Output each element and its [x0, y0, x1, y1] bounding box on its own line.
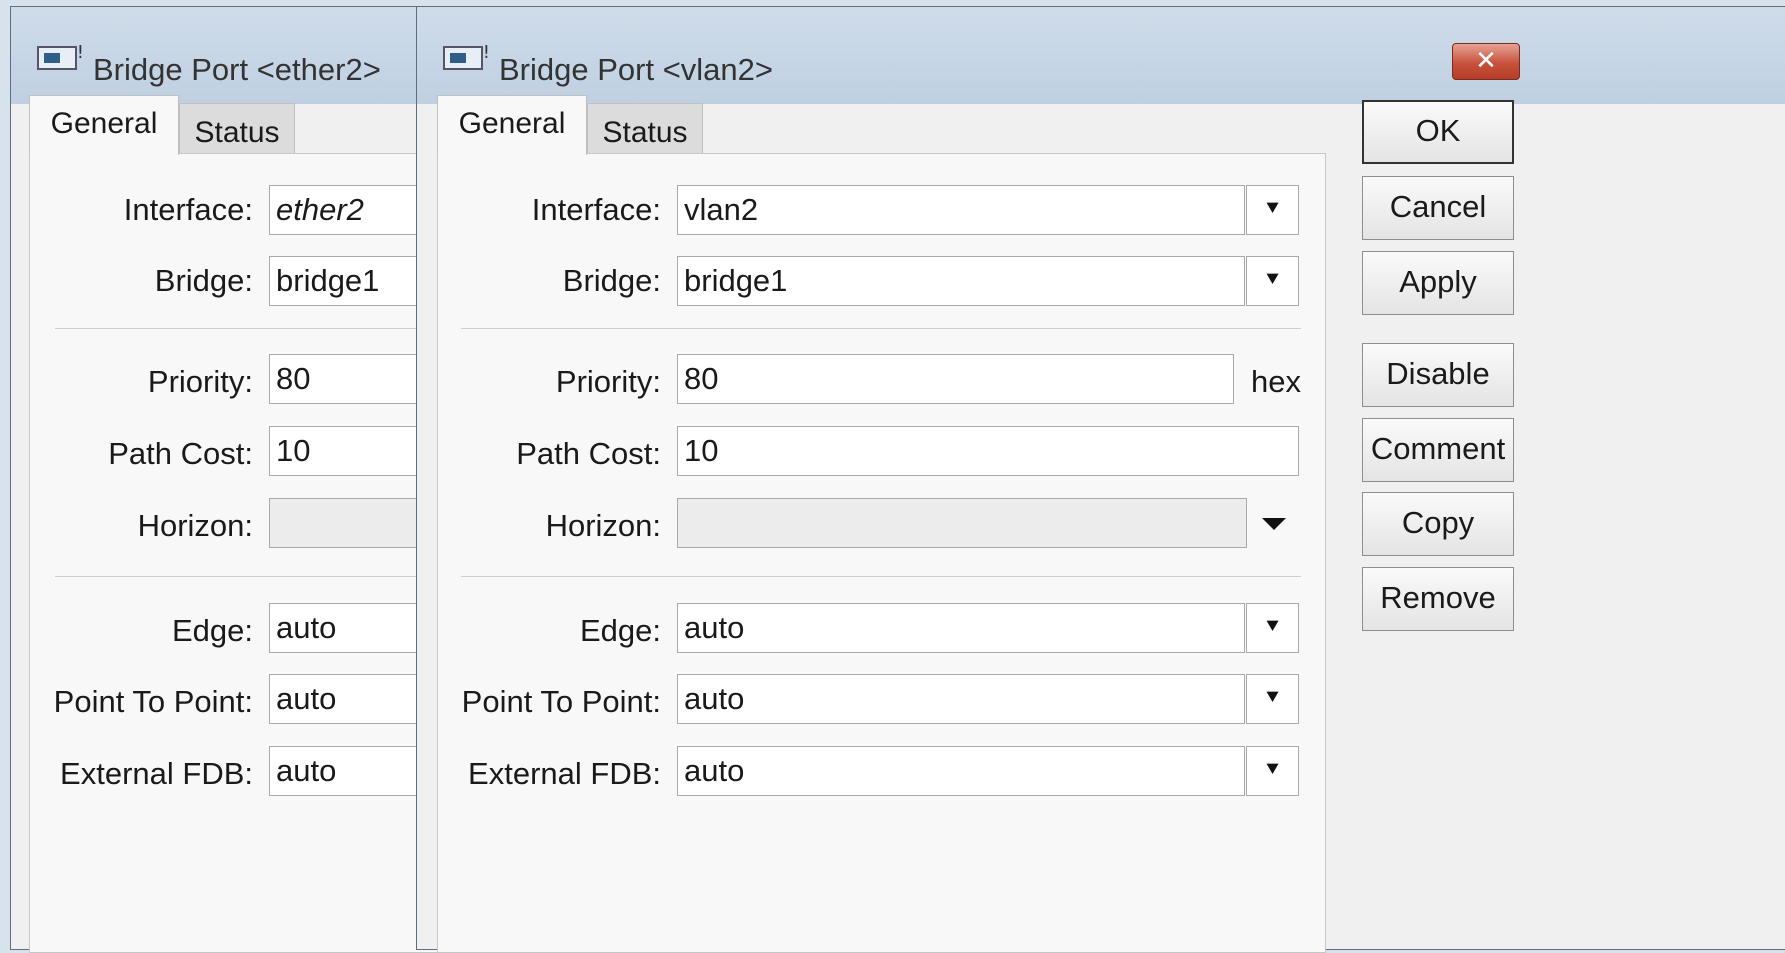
back-point-to-point-label: Point To Point: — [53, 684, 253, 719]
back-horizon-field[interactable] — [269, 498, 439, 548]
external-fdb-label: External FDB: — [468, 756, 661, 791]
apply-button[interactable]: Apply — [1362, 251, 1514, 315]
dropdown-arrow-icon: ⯆ — [1263, 268, 1282, 293]
front-window-title: Bridge Port <vlan2> — [499, 52, 774, 87]
edge-field[interactable]: auto — [677, 603, 1245, 653]
priority-field[interactable]: 80 — [677, 354, 1234, 404]
edge-dropdown-button[interactable]: ⯆ — [1246, 603, 1299, 653]
horizon-expand-icon[interactable] — [1262, 518, 1286, 530]
tab-status[interactable]: Status — [587, 103, 703, 156]
horizon-label: Horizon: — [545, 508, 661, 543]
back-interface-label: Interface: — [123, 192, 253, 227]
point-to-point-label: Point To Point: — [461, 684, 661, 719]
bridge-field[interactable]: bridge1 — [677, 256, 1245, 306]
window-icon — [37, 42, 84, 70]
back-tab-general[interactable]: General — [29, 95, 179, 155]
disable-button[interactable]: Disable — [1362, 343, 1514, 407]
cancel-button[interactable]: Cancel — [1362, 176, 1514, 240]
front-window: Bridge Port <vlan2> ✕ General Status Int… — [416, 6, 1785, 953]
tab-general[interactable]: General — [437, 95, 587, 155]
back-edge-field[interactable]: auto — [269, 603, 439, 653]
comment-button[interactable]: Comment — [1362, 418, 1514, 482]
priority-unit: hex — [1251, 364, 1301, 399]
back-external-fdb-label: External FDB: — [60, 756, 253, 791]
interface-dropdown-button[interactable]: ⯆ — [1246, 185, 1299, 235]
copy-button[interactable]: Copy — [1362, 492, 1514, 556]
back-external-fdb-field[interactable]: auto — [269, 746, 439, 796]
point-to-point-dropdown-button[interactable]: ⯆ — [1246, 674, 1299, 724]
separator-1 — [461, 328, 1301, 329]
external-fdb-field[interactable]: auto — [677, 746, 1245, 796]
close-icon: ✕ — [1475, 46, 1497, 76]
back-path-cost-label: Path Cost: — [108, 436, 253, 471]
interface-field[interactable]: vlan2 — [677, 185, 1245, 235]
ok-button[interactable]: OK — [1362, 100, 1514, 164]
remove-button[interactable]: Remove — [1362, 567, 1514, 631]
back-path-cost-field[interactable]: 10 — [269, 426, 439, 476]
interface-label: Interface: — [531, 192, 661, 227]
horizon-field[interactable] — [677, 498, 1247, 548]
back-bridge-label: Bridge: — [154, 263, 253, 298]
path-cost-field[interactable]: 10 — [677, 426, 1299, 476]
dropdown-arrow-icon: ⯆ — [1263, 615, 1282, 640]
back-priority-field[interactable]: 80 — [269, 354, 439, 404]
external-fdb-dropdown-button[interactable]: ⯆ — [1246, 746, 1299, 796]
dropdown-arrow-icon: ⯆ — [1263, 197, 1282, 222]
window-icon — [443, 42, 490, 70]
priority-label: Priority: — [555, 364, 661, 399]
close-button[interactable]: ✕ — [1452, 43, 1520, 80]
back-window: Bridge Port <ether2> General Status Inte… — [10, 6, 439, 953]
back-tab-status[interactable]: Status — [179, 103, 295, 156]
back-horizon-label: Horizon: — [137, 508, 253, 543]
back-separator-1 — [55, 328, 439, 329]
path-cost-label: Path Cost: — [516, 436, 661, 471]
back-bridge-field[interactable]: bridge1 — [269, 256, 439, 306]
bridge-dropdown-button[interactable]: ⯆ — [1246, 256, 1299, 306]
bridge-label: Bridge: — [562, 263, 661, 298]
back-point-to-point-field[interactable]: auto — [269, 674, 439, 724]
back-edge-label: Edge: — [171, 613, 253, 648]
back-separator-2 — [55, 576, 439, 577]
back-interface-field[interactable]: ether2 — [269, 185, 439, 235]
dropdown-arrow-icon: ⯆ — [1263, 686, 1282, 711]
dropdown-arrow-icon: ⯆ — [1263, 758, 1282, 783]
point-to-point-field[interactable]: auto — [677, 674, 1245, 724]
separator-2 — [461, 576, 1301, 577]
back-window-title: Bridge Port <ether2> — [93, 52, 381, 87]
edge-label: Edge: — [579, 613, 661, 648]
back-priority-label: Priority: — [147, 364, 253, 399]
